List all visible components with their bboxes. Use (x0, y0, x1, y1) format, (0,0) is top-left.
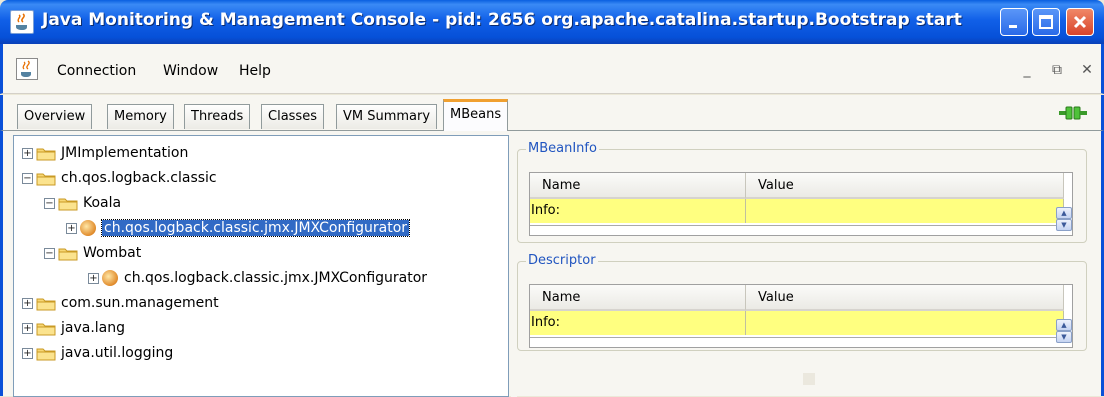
menu-window[interactable]: Window (163, 63, 218, 79)
scroll-up-icon[interactable]: ▲ (1056, 207, 1072, 219)
title-bar: Java Monitoring & Management Console - p… (0, 0, 1104, 44)
resize-handle[interactable] (803, 373, 815, 385)
tree-node-label-selected: ch.qos.logback.classic.jmx.JMXConfigurat… (100, 219, 411, 237)
tree-node-label: ch.qos.logback.classic (61, 170, 217, 186)
close-icon[interactable] (1066, 8, 1094, 36)
descriptor-group: Descriptor Name Value Info: ▲ ▼ (517, 253, 1087, 351)
descriptor-title: Descriptor (526, 253, 598, 268)
tree-node-label: java.util.logging (61, 345, 174, 361)
scroll-down-icon[interactable]: ▼ (1056, 219, 1072, 231)
menu-bar: Connection Window Help _ ⧉ ✕ (0, 44, 1104, 94)
tree-node-label: com.sun.management (61, 295, 219, 311)
minimize-icon[interactable] (1000, 8, 1028, 36)
tab-memory[interactable]: Memory (107, 104, 174, 129)
tree-node[interactable]: − Wombat (44, 242, 141, 264)
java-menu-icon[interactable] (16, 58, 38, 80)
scroll-down-icon[interactable]: ▼ (1056, 331, 1072, 343)
table-row[interactable] (530, 225, 1064, 229)
mbean-icon (80, 220, 96, 236)
tree-node[interactable]: + JMImplementation (22, 142, 188, 164)
tab-classes[interactable]: Classes (261, 104, 324, 129)
scroll-up-icon[interactable]: ▲ (1056, 319, 1072, 331)
table-cell-name[interactable]: Info: (530, 311, 746, 335)
menu-connection[interactable]: Connection (57, 63, 136, 79)
table-cell-name[interactable]: Info: (530, 199, 746, 223)
tab-vm-summary[interactable]: VM Summary (336, 104, 438, 129)
maximize-icon[interactable] (1032, 8, 1060, 36)
window-title: Java Monitoring & Management Console - p… (42, 10, 962, 30)
folder-icon (36, 348, 56, 360)
tab-mbeans[interactable]: MBeans (443, 99, 509, 131)
menu-help[interactable]: Help (239, 63, 271, 79)
mbeaninfo-table: Name Value Info: ▲ ▼ (529, 172, 1073, 236)
tree-node[interactable]: + java.util.logging (22, 342, 173, 364)
folder-icon (36, 323, 56, 335)
folder-open-icon (58, 248, 78, 260)
internal-close-icon[interactable]: ✕ (1073, 58, 1101, 82)
folder-open-icon (36, 173, 56, 185)
expand-icon[interactable]: + (22, 297, 33, 309)
folder-open-icon (58, 198, 78, 210)
tree-node-label: Wombat (83, 245, 142, 261)
column-header-name[interactable]: Name (530, 285, 746, 311)
tree-node[interactable]: + com.sun.management (22, 292, 219, 314)
tab-bar: Overview Memory Threads Classes VM Summa… (0, 95, 1104, 131)
table-row[interactable] (530, 337, 1064, 341)
descriptor-table: Name Value Info: ▲ ▼ (529, 284, 1073, 348)
tree-node[interactable]: + java.lang (22, 317, 125, 339)
table-cell-value[interactable] (746, 199, 1064, 223)
mbeaninfo-group: MBeanInfo Name Value Info: ▲ ▼ (517, 141, 1087, 243)
tab-threads[interactable]: Threads (184, 104, 251, 129)
tree-node[interactable]: + ch.qos.logback.classic.jmx.JMXConfigur… (66, 217, 411, 239)
expand-icon[interactable]: + (88, 272, 99, 284)
tree-node-label: JMImplementation (61, 145, 189, 161)
internal-restore-icon[interactable]: ⧉ (1043, 58, 1071, 82)
connection-status-icon[interactable] (1059, 105, 1087, 121)
expand-icon[interactable]: + (66, 222, 77, 234)
tree-node-label: ch.qos.logback.classic.jmx.JMXConfigurat… (124, 270, 428, 286)
internal-minimize-icon[interactable]: _ (1013, 58, 1041, 82)
column-header-name[interactable]: Name (530, 173, 746, 199)
collapse-icon[interactable]: − (44, 247, 55, 259)
tree-node-label: Koala (83, 195, 122, 211)
folder-icon (36, 298, 56, 310)
expand-icon[interactable]: + (22, 322, 33, 334)
mbean-details: MBeanInfo Name Value Info: ▲ ▼ Descripto… (517, 131, 1101, 397)
expand-icon[interactable]: + (22, 147, 33, 159)
tree-node[interactable]: − ch.qos.logback.classic (22, 167, 217, 189)
tree-node-label: java.lang (61, 320, 126, 336)
mbeans-panel: + JMImplementation − ch.qos.logback.clas… (0, 130, 1104, 397)
tree-node[interactable]: − Koala (44, 192, 121, 214)
mbean-icon (102, 270, 118, 286)
folder-icon (36, 148, 56, 160)
mbean-tree[interactable]: + JMImplementation − ch.qos.logback.clas… (13, 135, 509, 397)
column-header-value[interactable]: Value (746, 285, 1064, 311)
table-cell-value[interactable] (746, 311, 1064, 335)
column-header-value[interactable]: Value (746, 173, 1064, 199)
tree-node[interactable]: + ch.qos.logback.classic.jmx.JMXConfigur… (88, 267, 427, 289)
collapse-icon[interactable]: − (44, 197, 55, 209)
tab-overview[interactable]: Overview (17, 104, 93, 129)
expand-icon[interactable]: + (22, 347, 33, 359)
collapse-icon[interactable]: − (22, 172, 33, 184)
mbeaninfo-title: MBeanInfo (526, 141, 599, 156)
java-app-icon (10, 10, 34, 34)
